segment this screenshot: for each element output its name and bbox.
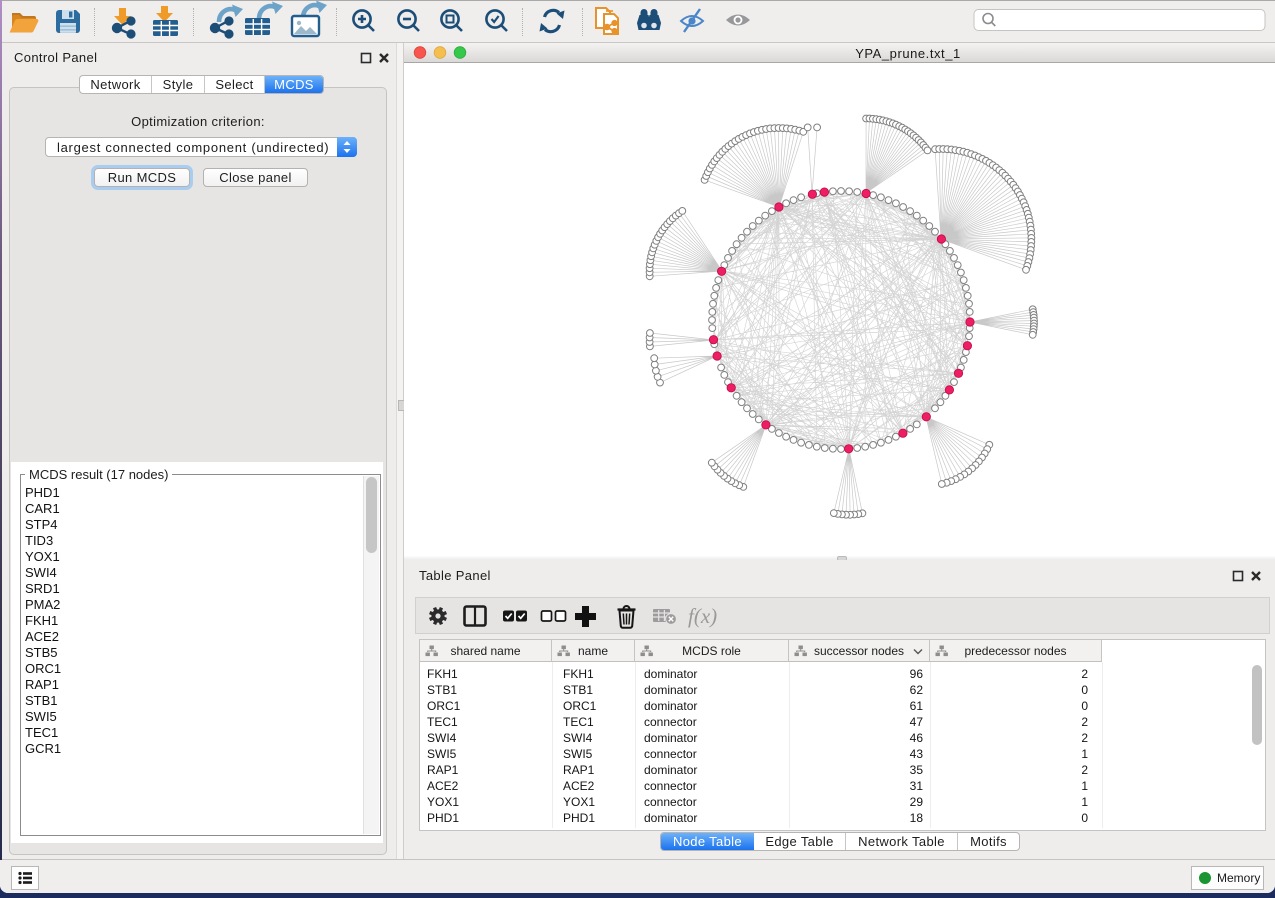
svg-text:f(x): f(x) bbox=[688, 604, 717, 628]
